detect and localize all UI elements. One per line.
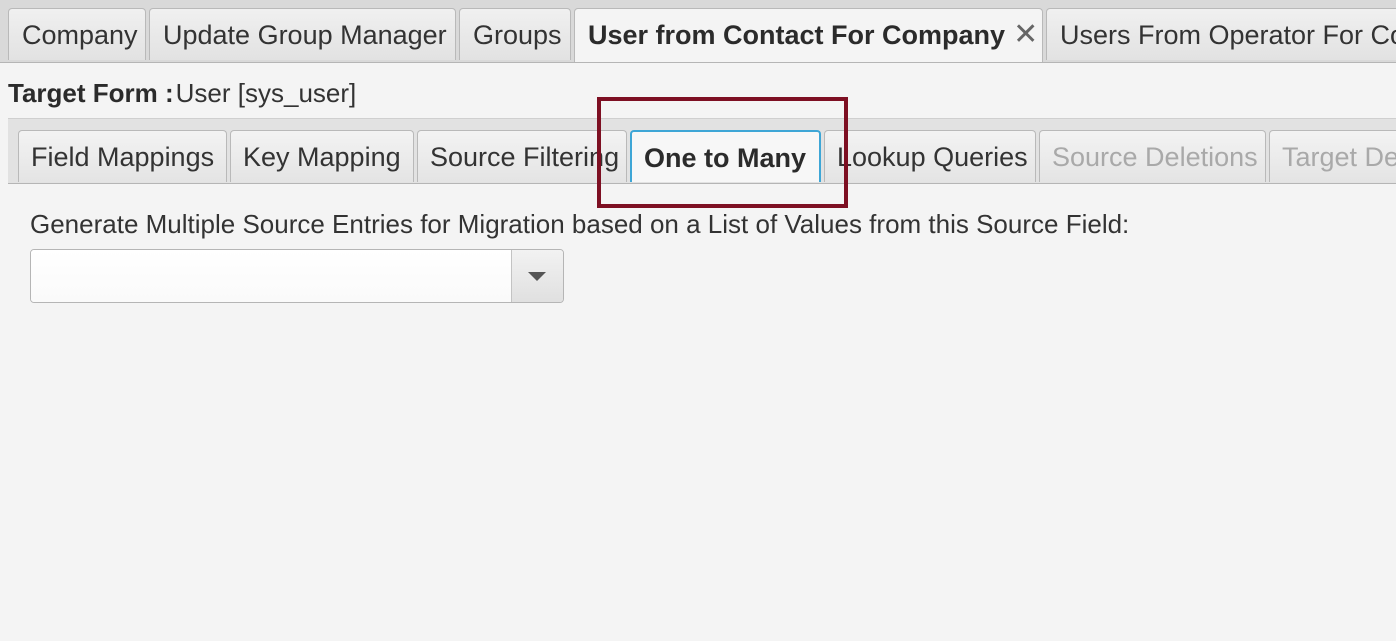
tab-label: Source Deletions (1052, 142, 1258, 172)
tab-company[interactable]: Company (8, 8, 146, 60)
dropdown-button[interactable] (511, 250, 563, 302)
app-window: Company Update Group Manager Groups User… (0, 0, 1396, 641)
source-field-input[interactable] (31, 250, 512, 302)
source-field-label: Generate Multiple Source Entries for Mig… (30, 209, 1130, 239)
tab-label: Lookup Queries (837, 142, 1028, 172)
tab-label: User from Contact For Company (588, 20, 1006, 50)
tab-source-deletions: Source Deletions (1039, 130, 1266, 182)
tab-label: Key Mapping (243, 142, 401, 172)
target-form-line: Target Form :User [sys_user] (8, 76, 356, 110)
source-field-combobox[interactable] (30, 249, 564, 303)
mapping-tab-bar: Field Mappings Key Mapping Source Filter… (8, 118, 1396, 184)
tab-groups[interactable]: Groups (459, 8, 571, 60)
tab-label: Field Mappings (31, 142, 215, 172)
tab-label: Company (22, 20, 138, 50)
tab-label: Groups (473, 20, 562, 50)
chevron-down-icon (528, 272, 546, 281)
tab-label: Source Filtering (430, 142, 620, 172)
tab-user-from-contact-for-company[interactable]: User from Contact For Company ✕ (574, 8, 1043, 62)
tab-users-from-operator[interactable]: Users From Operator For Co (1046, 8, 1396, 60)
tab-label: One to Many (644, 143, 807, 173)
tab-label: Update Group Manager (163, 20, 447, 50)
tab-label: Target De (1282, 142, 1396, 172)
close-icon[interactable]: ✕ (1013, 9, 1038, 61)
tab-one-to-many[interactable]: One to Many (630, 130, 821, 182)
document-tab-bar: Company Update Group Manager Groups User… (0, 0, 1396, 63)
tab-target-deletions: Target De (1269, 130, 1396, 182)
tab-lookup-queries[interactable]: Lookup Queries (824, 130, 1036, 182)
target-form-label: Target Form : (8, 78, 174, 108)
tab-field-mappings[interactable]: Field Mappings (18, 130, 227, 182)
target-form-value: User [sys_user] (175, 78, 357, 108)
tab-label: Users From Operator For Co (1060, 20, 1396, 50)
tab-update-group-manager[interactable]: Update Group Manager (149, 8, 456, 60)
tab-source-filtering[interactable]: Source Filtering (417, 130, 627, 182)
tab-key-mapping[interactable]: Key Mapping (230, 130, 414, 182)
